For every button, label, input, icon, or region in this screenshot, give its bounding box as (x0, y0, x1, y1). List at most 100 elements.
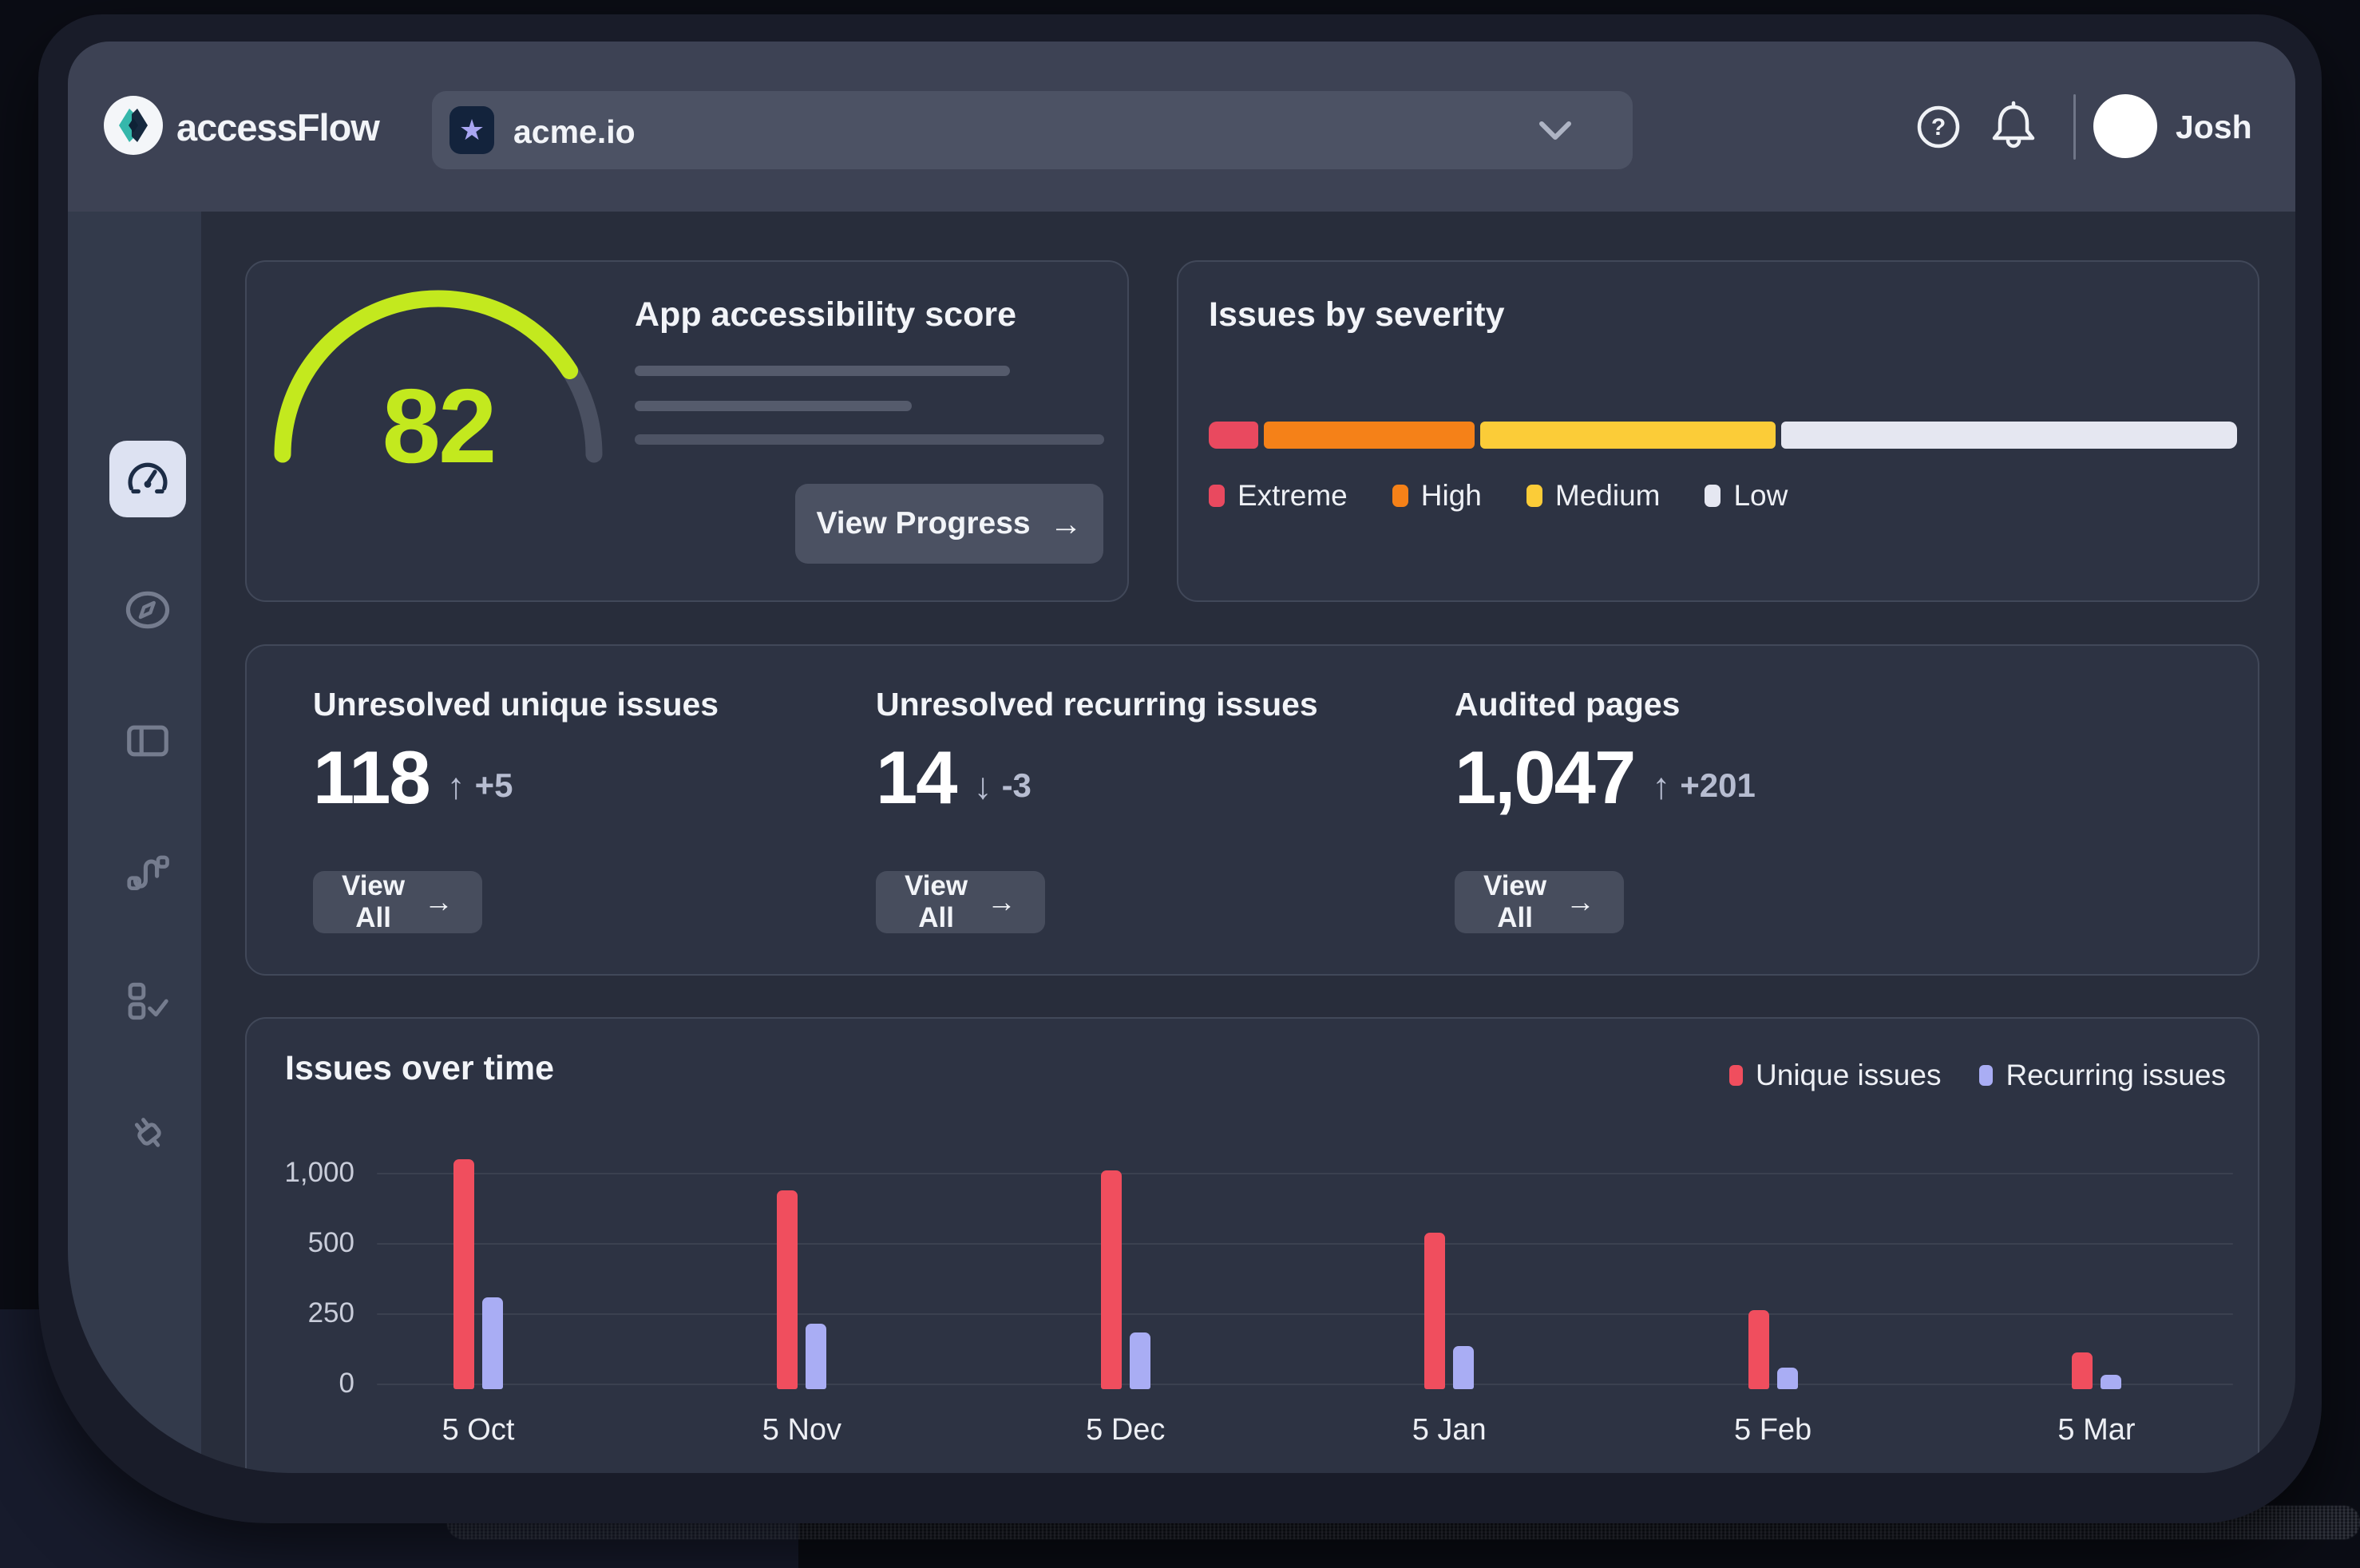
legend-swatch-recurring-issues (1979, 1065, 1993, 1086)
stat-value: 1,047 (1455, 740, 1634, 815)
x-axis-label: 5 Jan (1361, 1413, 1537, 1447)
bar-unique-5-mar (2072, 1352, 2093, 1389)
y-axis-tick: 500 (308, 1227, 354, 1259)
view-all-pages-button[interactable]: View All → (1455, 871, 1624, 933)
severity-segment-extreme (1209, 422, 1258, 449)
notifications-button[interactable] (1987, 99, 2040, 155)
sidebar-item-pages[interactable] (109, 703, 186, 779)
stat-label: Audited pages (1455, 686, 1680, 723)
y-axis-tick: 250 (308, 1297, 354, 1329)
plug-icon (123, 1107, 172, 1157)
skeleton-line (635, 434, 1104, 445)
severity-legend: Extreme High Medium Low (1209, 479, 1788, 513)
arrow-right-icon: → (1566, 885, 1595, 919)
legend-item: Recurring issues (1979, 1059, 2226, 1092)
arrow-up-icon: ↑ (1652, 764, 1670, 807)
bell-icon (1987, 99, 2040, 155)
legend-swatch-high (1392, 485, 1408, 507)
legend-swatch-medium (1526, 485, 1542, 507)
sidebar (68, 212, 201, 1473)
legend-swatch-low (1705, 485, 1721, 507)
gridline-500 (377, 1243, 2233, 1245)
avatar[interactable] (2093, 94, 2157, 158)
y-axis-tick: 0 (339, 1368, 354, 1400)
stat-delta: ↑ +5 (447, 764, 513, 815)
bar-unique-5-nov (777, 1190, 798, 1389)
score-card-title: App accessibility score (635, 295, 1016, 335)
legend-item: High (1392, 479, 1482, 513)
stat-value: 14 (876, 740, 956, 815)
help-button[interactable]: ? (1915, 104, 1962, 150)
chart-legend: Unique issues Recurring issues (1729, 1059, 2226, 1092)
score-value: 82 (263, 374, 614, 479)
x-axis-label: 5 Oct (390, 1413, 566, 1447)
y-axis-tick: 1,000 (284, 1157, 354, 1189)
chart-title: Issues over time (285, 1049, 554, 1088)
skeleton-line (635, 366, 1010, 376)
bar-recurring-5-mar (2101, 1375, 2121, 1389)
severity-stacked-bar (1209, 422, 2237, 449)
route-icon (123, 847, 172, 897)
brand-logo (104, 96, 163, 155)
grid-check-icon (123, 976, 172, 1026)
stat-value: 118 (313, 740, 430, 815)
legend-item: Low (1705, 479, 1788, 513)
x-axis-label: 5 Dec (1038, 1413, 1214, 1447)
legend-item: Medium (1526, 479, 1661, 513)
sidebar-item-flows[interactable] (109, 833, 186, 910)
accessflow-logo-icon (116, 107, 151, 144)
legend-swatch-extreme (1209, 485, 1225, 507)
header-divider (2073, 94, 2076, 160)
compass-icon (123, 585, 172, 635)
bar-unique-5-dec (1101, 1170, 1122, 1389)
gridline-1,000 (377, 1173, 2233, 1174)
severity-segment-medium (1480, 422, 1776, 449)
sidebar-item-dashboard[interactable] (109, 441, 186, 517)
layout-panel-icon (123, 716, 172, 766)
sidebar-item-audits[interactable] (109, 963, 186, 1039)
stat-delta: ↑ +201 (1652, 764, 1756, 815)
stat-delta: ↓ -3 (974, 764, 1032, 815)
project-selector[interactable]: ★ acme.io (432, 91, 1633, 169)
project-star-icon: ★ (449, 106, 494, 154)
sidebar-item-integrations[interactable] (109, 1094, 186, 1170)
stats-card: Unresolved unique issues 118 ↑ +5 View A… (245, 644, 2259, 976)
app-window: accessFlow ★ acme.io ? Josh (38, 14, 2322, 1523)
issues-over-time-card: Issues over time Unique issues Recurring… (245, 1017, 2259, 1473)
bar-recurring-5-dec (1130, 1332, 1150, 1389)
bar-chart-plot: 02505001,0005 Oct5 Nov5 Dec5 Jan5 Feb5 M… (377, 1143, 2233, 1391)
arrow-right-icon: → (424, 885, 453, 919)
app-surface: accessFlow ★ acme.io ? Josh (68, 42, 2295, 1473)
x-axis-label: 5 Nov (714, 1413, 889, 1447)
arrow-right-icon: → (987, 885, 1016, 919)
bar-unique-5-feb (1748, 1310, 1769, 1389)
gridline-0 (377, 1384, 2233, 1385)
view-progress-button[interactable]: View Progress → (795, 484, 1103, 564)
bar-recurring-5-jan (1453, 1346, 1474, 1389)
x-axis-label: 5 Mar (2009, 1413, 2184, 1447)
severity-segment-low (1781, 422, 2237, 449)
brand-name: accessFlow (176, 105, 379, 149)
help-icon: ? (1915, 104, 1962, 150)
gridline-250 (377, 1313, 2233, 1315)
view-all-recurring-button[interactable]: View All → (876, 871, 1045, 933)
svg-text:?: ? (1931, 114, 1946, 141)
legend-item: Extreme (1209, 479, 1348, 513)
chevron-down-icon (1534, 116, 1577, 145)
stat-label: Unresolved unique issues (313, 686, 719, 723)
severity-card-title: Issues by severity (1209, 295, 1505, 335)
view-all-unique-button[interactable]: View All → (313, 871, 482, 933)
stat-label: Unresolved recurring issues (876, 686, 1318, 723)
arrow-up-icon: ↑ (447, 764, 465, 807)
legend-item: Unique issues (1729, 1059, 1941, 1092)
arrow-down-icon: ↓ (974, 764, 992, 807)
arrow-right-icon: → (1050, 505, 1083, 543)
x-axis-label: 5 Feb (1685, 1413, 1861, 1447)
speedometer-icon (123, 454, 172, 504)
project-name: acme.io (513, 113, 636, 151)
bar-recurring-5-oct (482, 1297, 503, 1389)
user-name[interactable]: Josh (2176, 109, 2252, 146)
skeleton-line (635, 401, 912, 411)
sidebar-item-explore[interactable] (109, 572, 186, 648)
issues-by-severity-card: Issues by severity Extreme High Medium L (1177, 260, 2259, 602)
